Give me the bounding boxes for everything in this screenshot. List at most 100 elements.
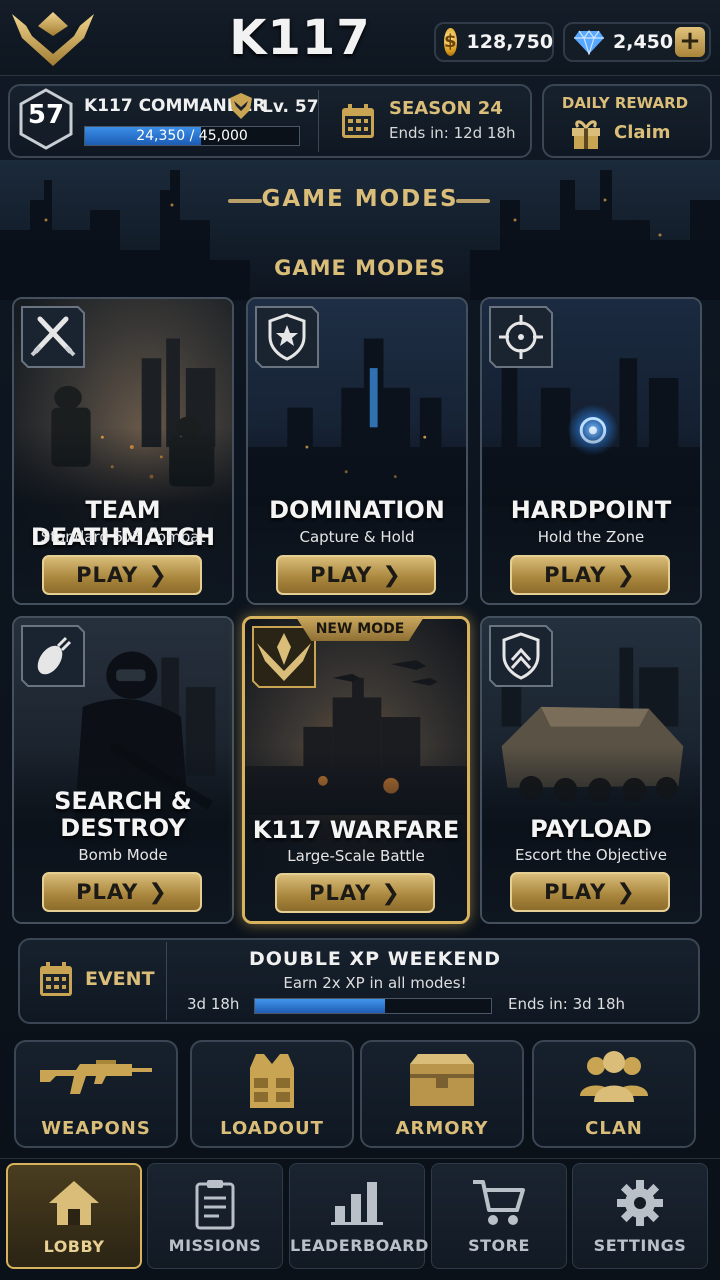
chevron-right-icon: ❯ (381, 881, 401, 906)
play-label: PLAY (544, 563, 607, 587)
clipboard-icon (195, 1180, 235, 1230)
crossed-swords-icon (21, 306, 85, 368)
mode-title: PAYLOAD (530, 815, 652, 843)
nav-label: LOBBY (43, 1237, 105, 1256)
quick-link-armory[interactable]: ARMORY (360, 1040, 524, 1148)
bomb-icon (21, 625, 85, 687)
quick-link-weapons[interactable]: WEAPONS (14, 1040, 178, 1148)
calendar-icon (342, 104, 374, 138)
event-label: EVENT (85, 968, 155, 990)
play-label: PLAY (309, 881, 372, 905)
cart-icon (473, 1180, 525, 1225)
play-button-payload[interactable]: PLAY ❯ (510, 872, 670, 912)
mode-card-team-deathmatch[interactable]: TEAM DEATHMATCH Standard 5v5 Combat PLAY… (12, 297, 234, 605)
event-title: DOUBLE XP WEEKEND (248, 948, 501, 970)
xp-progress-bar: 24,350 / 45,000 (84, 126, 300, 146)
chevron-right-icon: ❯ (148, 880, 168, 905)
rifle-icon (40, 1060, 152, 1094)
season-countdown: Ends in: 12d 18h (389, 124, 516, 142)
coin-icon: $ (444, 28, 457, 56)
mode-title-line-1: SEARCH & (54, 787, 192, 815)
nav-item-settings[interactable]: SETTINGS (572, 1163, 708, 1269)
chevron-right-icon: ❯ (616, 563, 636, 588)
mode-card-hardpoint[interactable]: HARDPOINT Hold the Zone PLAY ❯ (480, 297, 702, 605)
event-description: Earn 2x XP in all modes! (283, 974, 467, 992)
crosshair-icon (489, 306, 553, 368)
nav-item-missions[interactable]: MISSIONS (147, 1163, 283, 1269)
home-icon (49, 1181, 99, 1225)
play-label: PLAY (544, 880, 607, 904)
rank-emblem-icon (230, 93, 252, 119)
quick-link-clan[interactable]: CLAN (532, 1040, 696, 1148)
diamond-icon (574, 29, 604, 55)
daily-reward-title: DAILY REWARD (561, 94, 689, 112)
chevron-shield-icon (489, 625, 553, 687)
play-button-team-deathmatch[interactable]: PLAY ❯ (42, 555, 202, 595)
coin-balance[interactable]: $ 128,750 (434, 22, 554, 62)
nav-item-leaderboard[interactable]: LEADERBOARD (289, 1163, 429, 1269)
star-shield-icon (255, 306, 319, 368)
nav-label: MISSIONS (168, 1236, 262, 1255)
divider (318, 90, 319, 152)
chevron-right-icon: ❯ (148, 563, 168, 588)
claim-reward-button[interactable]: Claim (614, 122, 670, 143)
vest-icon (250, 1054, 294, 1108)
nav-label: SETTINGS (593, 1236, 687, 1255)
mode-subtitle: Hold the Zone (537, 528, 645, 546)
nav-label: LEADERBOARD (290, 1236, 429, 1255)
mode-card-payload[interactable]: PAYLOAD Escort the Objective PLAY ❯ (480, 616, 702, 924)
quick-link-label: WEAPONS (41, 1118, 151, 1139)
play-button-search-and-destroy[interactable]: PLAY ❯ (42, 872, 202, 912)
mode-card-search-and-destroy[interactable]: SEARCH & DESTROY Bomb Mode PLAY ❯ (12, 616, 234, 924)
group-icon (580, 1051, 648, 1102)
winged-emblem-icon (252, 626, 316, 688)
game-logo-icon (12, 12, 94, 66)
play-label: PLAY (310, 563, 373, 587)
play-button-k117-warfare[interactable]: PLAY ❯ (275, 873, 435, 913)
quick-link-label: LOADOUT (220, 1118, 324, 1139)
section-subheader: GAME MODES (274, 256, 446, 280)
divider (166, 942, 167, 1020)
chevron-right-icon: ❯ (382, 563, 402, 588)
section-header: GAME MODES (261, 186, 459, 212)
nav-item-lobby[interactable]: LOBBY (6, 1163, 142, 1269)
mode-subtitle: Large-Scale Battle (287, 847, 425, 865)
player-level-number: 57 (27, 100, 65, 130)
coin-amount: 128,750 (466, 31, 554, 53)
mode-subtitle: Escort the Objective (514, 846, 668, 864)
mode-subtitle: Standard 5v5 Combat (40, 528, 206, 546)
crate-icon (410, 1054, 474, 1106)
quick-link-loadout[interactable]: LOADOUT (190, 1040, 354, 1148)
event-calendar-icon (40, 962, 72, 996)
event-time-left: 3d 18h (187, 995, 240, 1013)
quick-link-label: CLAN (585, 1118, 643, 1139)
gem-balance[interactable]: 2,450 + (563, 22, 711, 62)
mode-title-line-2: DESTROY (60, 814, 186, 842)
bar-chart-icon (331, 1182, 383, 1225)
play-label: PLAY (76, 563, 139, 587)
play-button-hardpoint[interactable]: PLAY ❯ (510, 555, 670, 595)
player-level-label: Lv. 57 (262, 97, 319, 117)
mode-card-domination[interactable]: DOMINATION Capture & Hold PLAY ❯ (246, 297, 468, 605)
quick-link-label: ARMORY (395, 1118, 489, 1139)
play-label: PLAY (76, 880, 139, 904)
play-button-domination[interactable]: PLAY ❯ (276, 555, 436, 595)
season-title: SEASON 24 (389, 98, 503, 119)
gem-amount: 2,450 (613, 31, 674, 53)
mode-subtitle: Bomb Mode (78, 846, 168, 864)
mode-subtitle: Capture & Hold (299, 528, 415, 546)
add-gems-button[interactable]: + (675, 27, 705, 57)
mode-card-k117-warfare[interactable]: K117 WARFARE Large-Scale Battle PLAY ❯ (242, 616, 470, 924)
nav-item-store[interactable]: STORE (431, 1163, 567, 1269)
app-title: K117 (229, 10, 371, 66)
new-mode-badge: NEW MODE (296, 617, 424, 641)
event-progress-bar (254, 998, 492, 1014)
event-countdown: Ends in: 3d 18h (508, 995, 626, 1013)
xp-progress-text: 24,350 / 45,000 (136, 128, 248, 144)
gear-icon (617, 1180, 663, 1226)
event-progress-fill (255, 999, 385, 1013)
mode-title: K117 WARFARE (252, 816, 460, 844)
chevron-right-icon: ❯ (616, 880, 636, 905)
nav-label: STORE (468, 1236, 530, 1255)
game-lobby-screen: K117 $ 128,750 2,450 + 57 K117 COMMANDER… (0, 0, 720, 1280)
